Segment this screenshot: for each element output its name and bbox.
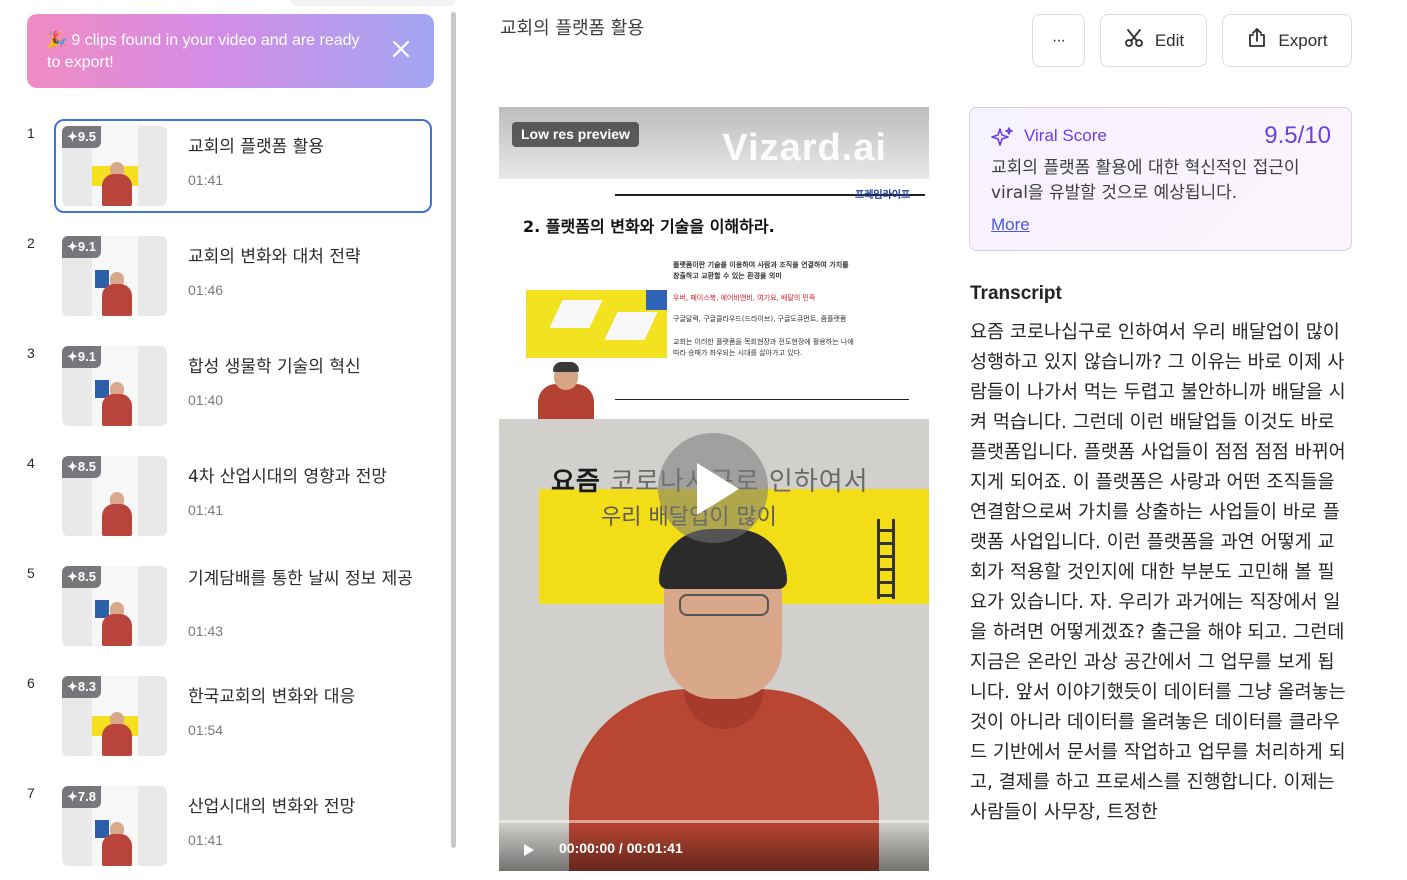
slide-heading: 2. 플랫폼의 변화와 기술을 이해하라. (523, 217, 775, 236)
edit-label: Edit (1154, 30, 1185, 50)
clip-index: 1 (27, 125, 35, 141)
viral-description: 교회의 플랫폼 활용에 대한 혁신적인 접근이 viral을 유발할 것으로 예… (991, 158, 1300, 203)
clip-index: 6 (27, 675, 35, 691)
clip-title: 교회의 플랫폼 활용 (188, 137, 324, 157)
score-badge: ✦8.3 (62, 676, 101, 698)
viral-score-card: Viral Score 9.5/10 교회의 플랫폼 활용에 대한 혁신적인 접… (969, 107, 1352, 251)
clip-duration: 01:46 (188, 282, 224, 298)
viral-score-value: 9.5/10 (1264, 122, 1331, 149)
viral-score-label: Viral Score (1024, 126, 1107, 145)
clip-item-5[interactable]: 5 ✦8.5 기계담배를 통한 날씨 정보 제공 01:43 (24, 559, 434, 655)
clip-duration: 01:40 (188, 392, 224, 408)
clip-item-2[interactable]: 2 ✦9.1 교회의 변화와 대처 전략 01:46 (24, 229, 434, 325)
score-badge: ✦9.1 (62, 346, 101, 368)
slide-text-line: 따라 승패가 좌우되는 시대를 살아가고 있다. (673, 349, 803, 357)
score-badge: ✦8.5 (62, 456, 101, 478)
clip-duration: 01:41 (188, 172, 224, 188)
slide-image (526, 290, 667, 358)
clip-duration: 01:41 (188, 502, 224, 518)
slide-text-line: 플랫폼이란 기술을 이용하여 사람과 조직을 연결하여 가치를 (673, 261, 849, 269)
clip-duration: 01:43 (188, 623, 224, 639)
export-banner: 🎉 9 clips found in your video and are re… (27, 14, 434, 88)
export-label: Export (1278, 30, 1328, 50)
close-icon[interactable] (388, 36, 414, 62)
watermark: Vizard.ai (722, 127, 887, 169)
clip-title: 한국교회의 변화와 대응 (188, 687, 356, 707)
upload-icon (1246, 27, 1268, 54)
score-badge: ✦9.1 (62, 236, 101, 258)
low-res-badge: Low res preview (512, 122, 639, 147)
clip-item-1[interactable]: 1 ✦9.5 교회의 플랫폼 활용 01:41 (24, 119, 434, 215)
more-options-button[interactable]: ··· (1032, 14, 1085, 67)
slide-text-line: 구글달력, 구글클라우드(드라이브), 구글도큐먼트, 줌플랫폼 (673, 315, 847, 323)
top-tab-remnant (290, 0, 455, 6)
clip-title: 4차 산업시대의 영향과 전망 (188, 467, 388, 487)
slide-text-line: 우버, 페이스북, 에어비앤비, 여기요, 배달의 민족 (673, 294, 816, 302)
page-title: 교회의 플랫폼 활용 (500, 18, 644, 39)
clips-scrollbar[interactable] (451, 12, 456, 848)
play-icon[interactable] (697, 463, 739, 515)
clip-title: 산업시대의 변화와 전망 (188, 797, 356, 817)
clip-title: 기계담배를 통한 날씨 정보 제공 (188, 569, 413, 589)
clip-index: 7 (27, 785, 35, 801)
clip-index: 3 (27, 345, 35, 361)
clip-duration: 01:54 (188, 722, 224, 738)
transcript-title: Transcript (970, 283, 1062, 304)
slide-tag: 프레임라이프 (855, 190, 911, 201)
clip-index: 4 (27, 455, 35, 471)
clip-title: 교회의 변화와 대처 전략 (188, 247, 361, 267)
slide-text-line: 창출하고 교환할 수 있는 환경을 의미 (673, 272, 782, 280)
clip-item-7[interactable]: 7 ✦7.8 산업시대의 변화와 전망 01:41 (24, 779, 434, 875)
progress-bar[interactable] (499, 820, 929, 823)
scissors-icon (1123, 27, 1145, 54)
sparkle-icon (990, 126, 1014, 154)
more-link[interactable]: More (991, 215, 1030, 235)
clips-panel: 🎉 9 clips found in your video and are re… (0, 0, 460, 880)
slide-text-line: 교회는 이러한 플랫폼을 목회현장과 전도현장에 활용하는 나에 (673, 338, 854, 346)
clip-item-3[interactable]: 3 ✦9.1 합성 생물학 기술의 혁신 01:40 (24, 339, 434, 435)
presenter-frame: 요즘 코로나시구로 인하여서 우리 배달업이 많이 (499, 419, 929, 871)
play-icon-small[interactable] (524, 844, 534, 856)
subtitle-highlight: 요즘 (551, 467, 601, 497)
ellipsis-icon: ··· (1052, 31, 1066, 49)
video-player[interactable]: Low res preview Vizard.ai 프레임라이프 2. 플랫폼의… (499, 107, 929, 871)
presenter-thumbnail (534, 362, 596, 422)
clip-title: 합성 생물학 기술의 혁신 (188, 357, 361, 377)
transcript-text: 요즘 코로나십구로 인하여서 우리 배달업이 많이 성행하고 있지 않습니까? … (970, 322, 1346, 823)
score-badge: ✦8.5 (62, 566, 101, 588)
clip-item-6[interactable]: 6 ✦8.3 한국교회의 변화와 대응 01:54 (24, 669, 434, 765)
edit-button[interactable]: Edit (1100, 14, 1207, 67)
clip-item-4[interactable]: 4 ✦8.5 4차 산업시대의 영향과 전망 01:41 (24, 449, 434, 545)
score-badge: ✦9.5 (62, 126, 101, 148)
export-button[interactable]: Export (1222, 14, 1352, 67)
time-display: 00:00:00 / 00:01:41 (559, 840, 683, 856)
score-badge: ✦7.8 (62, 786, 101, 808)
clip-index: 2 (27, 235, 35, 251)
banner-text: 🎉 9 clips found in your video and are re… (47, 32, 360, 71)
clip-index: 5 (27, 565, 35, 581)
clip-duration: 01:41 (188, 832, 224, 848)
